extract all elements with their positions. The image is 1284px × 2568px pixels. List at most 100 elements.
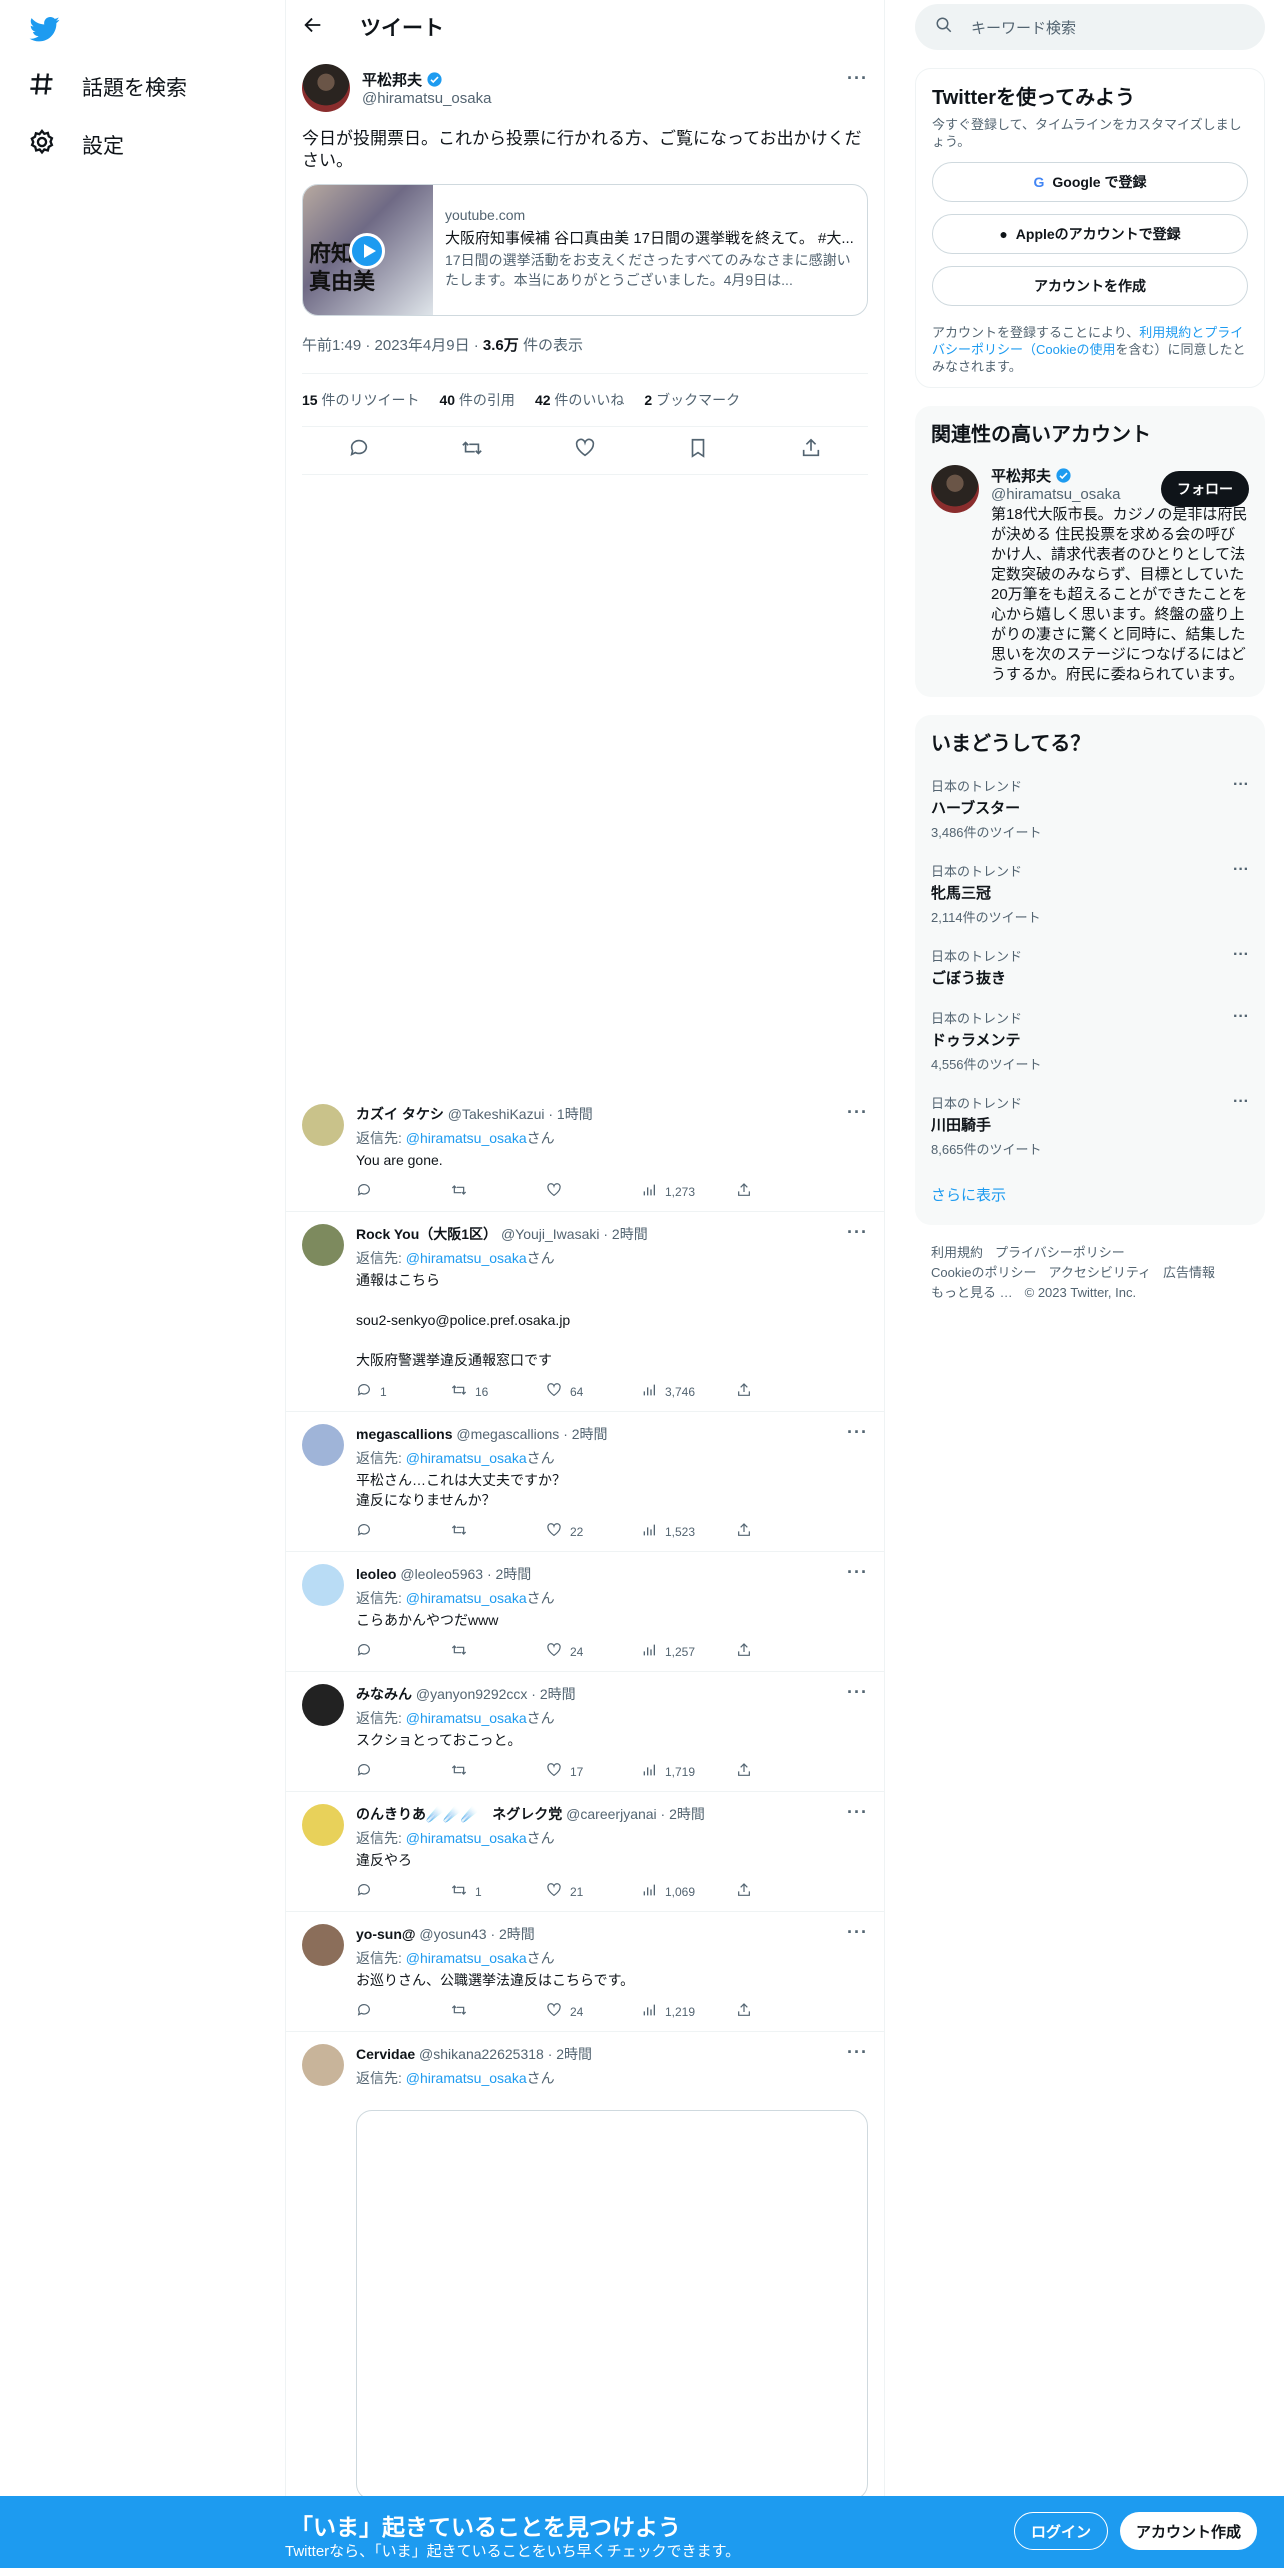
retweet-button[interactable]: 1 xyxy=(451,1882,546,1901)
retweet-button[interactable] xyxy=(451,2002,546,2021)
avatar[interactable] xyxy=(302,64,350,112)
footer-link[interactable]: プライバシーポリシー xyxy=(995,1245,1125,1260)
reply-icon[interactable] xyxy=(348,437,370,464)
avatar[interactable] xyxy=(302,1684,344,1726)
retweet-stat[interactable]: 15 件のリツイート xyxy=(302,390,419,410)
reply-to-link[interactable]: @hiramatsu_osaka xyxy=(406,1250,527,1266)
reply-tweet[interactable]: megascallions @megascallions · 2時間 返信先: @… xyxy=(286,1412,884,1552)
reply-to-link[interactable]: @hiramatsu_osaka xyxy=(406,1450,527,1466)
avatar[interactable] xyxy=(931,465,979,513)
nav-explore[interactable]: 話題を検索 xyxy=(28,70,187,104)
more-options-icon[interactable]: ··· xyxy=(1233,861,1249,879)
reply-to-link[interactable]: @hiramatsu_osaka xyxy=(406,1830,527,1846)
twitter-logo-icon[interactable] xyxy=(28,14,62,44)
views-button[interactable]: 1,273 xyxy=(641,1182,736,1201)
search-input[interactable]: キーワード検索 xyxy=(971,17,1076,38)
reply-to-link[interactable]: @hiramatsu_osaka xyxy=(406,1130,527,1146)
more-options-icon[interactable]: ··· xyxy=(847,1682,868,1703)
share-button[interactable] xyxy=(736,2002,831,2021)
share-button[interactable] xyxy=(736,1182,831,1201)
footer-link[interactable]: 広告情報 xyxy=(1163,1265,1215,1280)
avatar[interactable] xyxy=(302,1924,344,1966)
reply-author-name[interactable]: Rock You（大阪1区） xyxy=(356,1226,497,1242)
more-options-icon[interactable]: ··· xyxy=(847,1922,868,1943)
reply-to-link[interactable]: @hiramatsu_osaka xyxy=(406,1950,527,1966)
nav-settings[interactable]: 設定 xyxy=(28,128,124,162)
retweet-button[interactable] xyxy=(451,1182,546,1201)
avatar[interactable] xyxy=(302,1224,344,1266)
reply-to-link[interactable]: @hiramatsu_osaka xyxy=(406,1710,527,1726)
reply-author-name[interactable]: Cervidae xyxy=(356,2046,415,2062)
reply-to-link[interactable]: @hiramatsu_osaka xyxy=(406,1590,527,1606)
link-card[interactable]: 府知 真由美 youtube.com 大阪府知事候補 谷口真由美 17日間の選挙戦… xyxy=(302,184,868,316)
reply-author-name[interactable]: megascallions xyxy=(356,1426,453,1442)
reply-button[interactable] xyxy=(356,1762,451,1781)
more-options-icon[interactable]: ··· xyxy=(847,1102,868,1123)
reply-author-name[interactable]: yo-sun@ xyxy=(356,1926,416,1942)
google-signup-button[interactable]: G Google で登録 xyxy=(932,162,1248,202)
create-account-button[interactable]: アカウントを作成 xyxy=(932,266,1248,306)
trend-item[interactable]: 日本のトレンド ごぼう抜き ··· xyxy=(931,946,1249,988)
trend-item[interactable]: 日本のトレンド ドゥラメンテ 4,556件のツイート ··· xyxy=(931,1008,1249,1073)
reply-button[interactable] xyxy=(356,1522,451,1541)
trend-item[interactable]: 日本のトレンド 牝馬三冠 2,114件のツイート ··· xyxy=(931,861,1249,926)
follow-button[interactable]: フォロー xyxy=(1161,471,1249,507)
more-options-icon[interactable]: ··· xyxy=(1233,1093,1249,1111)
reply-tweet[interactable]: Cervidae @shikana22625318 · 2時間 返信先: @hir… xyxy=(286,2032,884,2511)
share-button[interactable] xyxy=(736,1382,831,1401)
show-more-link[interactable]: さらに表示 xyxy=(931,1184,1249,1213)
login-button[interactable]: ログイン xyxy=(1014,2512,1109,2550)
reply-author-name[interactable]: カズイ タケシ xyxy=(356,1106,444,1122)
footer-link[interactable]: アクセシビリティ xyxy=(1048,1265,1151,1280)
author-name[interactable]: 平松邦夫 xyxy=(362,69,422,90)
reply-to-link[interactable]: @hiramatsu_osaka xyxy=(406,2070,527,2086)
bookmark-icon[interactable] xyxy=(687,437,709,464)
more-options-icon[interactable]: ··· xyxy=(847,1562,868,1583)
reply-author-name[interactable]: leoleo xyxy=(356,1566,396,1582)
footer-link[interactable]: もっと見る … xyxy=(931,1285,1013,1300)
signup-button[interactable]: アカウント作成 xyxy=(1120,2512,1258,2550)
author-handle[interactable]: @hiramatsu_osaka xyxy=(362,90,491,107)
retweet-button[interactable]: 16 xyxy=(451,1382,546,1401)
reply-tweet[interactable]: みなみん @yanyon9292ccx · 2時間 返信先: @hiramatsu… xyxy=(286,1672,884,1792)
like-button[interactable]: 22 xyxy=(546,1522,641,1541)
like-stat[interactable]: 42 件のいいね xyxy=(535,390,624,410)
avatar[interactable] xyxy=(302,1564,344,1606)
more-options-icon[interactable]: ··· xyxy=(847,2042,868,2063)
retweet-button[interactable] xyxy=(451,1522,546,1541)
reply-button[interactable] xyxy=(356,1182,451,1201)
footer-link[interactable]: Cookieのポリシー xyxy=(931,1265,1036,1280)
more-options-icon[interactable]: ··· xyxy=(847,1802,868,1823)
retweet-button[interactable] xyxy=(451,1642,546,1661)
reply-author-name[interactable]: のんきりあ☄️☄️☄️ ネグレク党 xyxy=(356,1806,562,1822)
trend-item[interactable]: 日本のトレンド ハーブスター 3,486件のツイート ··· xyxy=(931,776,1249,841)
views-button[interactable]: 1,069 xyxy=(641,1882,736,1901)
more-options-icon[interactable]: ··· xyxy=(1233,946,1249,964)
reply-button[interactable] xyxy=(356,2002,451,2021)
reply-button[interactable] xyxy=(356,1882,451,1901)
views-button[interactable]: 1,523 xyxy=(641,1522,736,1541)
like-button[interactable] xyxy=(546,1182,641,1201)
share-button[interactable] xyxy=(736,1522,831,1541)
share-button[interactable] xyxy=(736,1882,831,1901)
avatar[interactable] xyxy=(302,2044,344,2086)
reply-tweet[interactable]: Rock You（大阪1区） @Youji_Iwasaki · 2時間 返信先: … xyxy=(286,1212,884,1412)
more-options-icon[interactable]: ··· xyxy=(847,1422,868,1443)
reply-button[interactable]: 1 xyxy=(356,1382,451,1401)
reply-tweet[interactable]: yo-sun@ @yosun43 · 2時間 返信先: @hiramatsu_os… xyxy=(286,1912,884,2032)
more-options-icon[interactable]: ··· xyxy=(1233,776,1249,794)
share-icon[interactable] xyxy=(800,437,822,464)
footer-link[interactable]: 利用規約 xyxy=(931,1245,983,1260)
apple-signup-button[interactable]: ● Appleのアカウントで登録 xyxy=(932,214,1248,254)
retweet-icon[interactable] xyxy=(461,437,483,464)
back-arrow-icon[interactable] xyxy=(302,14,324,41)
avatar[interactable] xyxy=(302,1424,344,1466)
avatar[interactable] xyxy=(302,1804,344,1846)
views-button[interactable]: 1,219 xyxy=(641,2002,736,2021)
search-bar[interactable]: キーワード検索 xyxy=(915,4,1265,50)
reply-button[interactable] xyxy=(356,1642,451,1661)
like-button[interactable]: 24 xyxy=(546,2002,641,2021)
quote-stat[interactable]: 40 件の引用 xyxy=(439,390,514,410)
related-account[interactable]: 平松邦夫 @hiramatsu_osaka 第18代大阪市長。カジノの是非は府民… xyxy=(931,465,1249,685)
more-options-icon[interactable]: ··· xyxy=(1233,1008,1249,1026)
